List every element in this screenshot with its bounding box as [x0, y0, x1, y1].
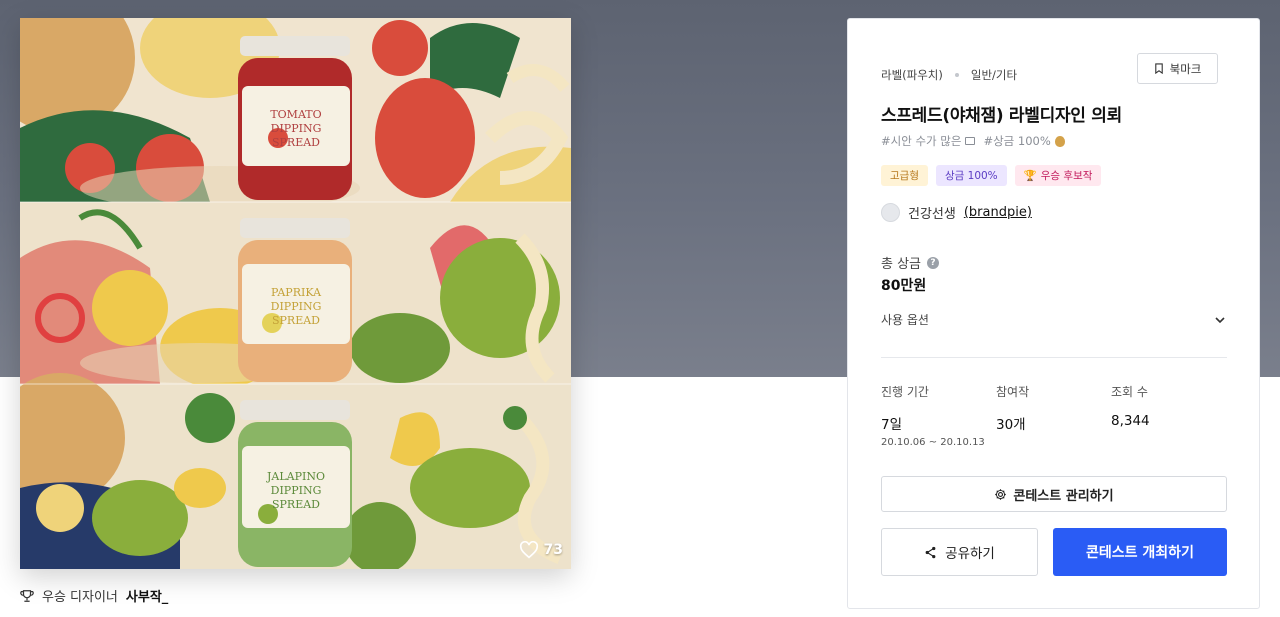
tag-many-drafts: #시안 수가 많은	[881, 134, 962, 148]
stat-duration-label: 진행 기간	[881, 385, 929, 399]
total-prize-value: 80만원	[881, 278, 927, 294]
stat-duration-value: 7일	[881, 417, 903, 433]
like-count: 73	[543, 542, 563, 558]
host-name: 건강선생	[908, 207, 956, 222]
bookmark-label: 북마크	[1169, 61, 1202, 76]
artwork-illustration: TOMATO DIPPING SPREAD PAPRIKA DIPPING SP…	[20, 18, 571, 569]
usage-options-toggle[interactable]: 사용 옵션	[881, 311, 1227, 328]
stat-views: 조회 수 8,344	[1111, 383, 1226, 448]
badge-group: 고급형 상금 100% 🏆 우승 후보작	[881, 165, 1102, 186]
share-button[interactable]: 공유하기	[881, 528, 1038, 576]
chevron-down-icon	[1215, 316, 1225, 323]
stat-entries-label: 참여작	[996, 385, 1030, 399]
usage-options-label: 사용 옵션	[881, 313, 929, 327]
film-icon	[965, 137, 976, 145]
jar1-label-line2: DIPPING	[271, 122, 322, 135]
contest-tags: #시안 수가 많은 #상금 100%	[881, 133, 1065, 149]
badge-candidate-label: 우승 후보작	[1040, 170, 1093, 182]
stat-views-label: 조회 수	[1111, 385, 1148, 399]
heart-icon	[519, 541, 538, 559]
breadcrumb-subcategory[interactable]: 일반/기타	[971, 67, 1017, 83]
help-icon[interactable]: ?	[927, 256, 940, 269]
trophy-icon	[20, 589, 34, 602]
badge-premium: 고급형	[881, 165, 928, 186]
breadcrumb: 라벨(파우치) 일반/기타	[881, 67, 1017, 83]
money-bag-icon	[1054, 135, 1065, 147]
jar3-label-line2: DIPPING	[271, 484, 322, 497]
winner-prefix: 우승 디자이너	[42, 590, 118, 605]
total-prize-text: 총 상금	[881, 257, 922, 272]
breadcrumb-separator	[954, 73, 959, 77]
manage-contest-button[interactable]: 콘테스트 관리하기	[881, 476, 1227, 512]
jar1-label-line1: TOMATO	[270, 108, 321, 121]
jar2-label-line2: DIPPING	[271, 300, 322, 313]
stat-views-value: 8,344	[1111, 413, 1150, 429]
winner-designer: 우승 디자이너 사부작_	[20, 586, 168, 605]
share-label: 공유하기	[945, 546, 995, 562]
host-avatar[interactable]	[881, 203, 900, 222]
contest-stats: 진행 기간 7일 20.10.06 ~ 20.10.13 참여작 30개 조회 …	[881, 383, 1227, 448]
divider	[881, 357, 1227, 358]
stat-duration: 진행 기간 7일 20.10.06 ~ 20.10.13	[881, 383, 996, 448]
jar2-label-line1: PAPRIKA	[271, 286, 322, 299]
like-button[interactable]: 73	[519, 541, 563, 559]
stat-entries: 참여작 30개	[996, 383, 1111, 448]
contest-info-panel: 라벨(파우치) 일반/기타 북마크 스프레드(야채잼) 라벨디자인 의뢰 #시안…	[847, 18, 1260, 609]
badge-prize-full: 상금 100%	[935, 165, 1007, 186]
jar2-label-line3: SPREAD	[272, 314, 320, 327]
manage-contest-label: 콘테스트 관리하기	[1013, 488, 1114, 504]
share-icon	[925, 546, 936, 558]
jar3-label-line3: SPREAD	[272, 498, 320, 511]
total-prize-label: 총 상금 ?	[881, 253, 940, 272]
bookmark-button[interactable]: 북마크	[1137, 53, 1218, 84]
jar1-label-line3: SPREAD	[272, 136, 320, 149]
entry-artwork[interactable]: TOMATO DIPPING SPREAD PAPRIKA DIPPING SP…	[20, 18, 571, 569]
gear-icon	[995, 488, 1007, 500]
trophy-icon: 🏆	[1023, 170, 1037, 182]
badge-candidate: 🏆 우승 후보작	[1014, 165, 1102, 186]
jar3-label-line1: JALAPINO	[266, 470, 325, 483]
host-info: 건강선생 (brandpie)	[881, 203, 1032, 222]
tag-prize-full: #상금 100%	[983, 134, 1051, 148]
contest-title: 스프레드(야채잼) 라벨디자인 의뢰	[881, 106, 1122, 126]
open-contest-button[interactable]: 콘테스트 개최하기	[1053, 528, 1227, 576]
breadcrumb-category[interactable]: 라벨(파우치)	[881, 67, 943, 83]
host-handle-link[interactable]: (brandpie)	[964, 205, 1032, 220]
stat-entries-value: 30개	[996, 417, 1026, 433]
winner-name[interactable]: 사부작_	[126, 586, 168, 605]
stat-duration-range: 20.10.06 ~ 20.10.13	[881, 437, 985, 448]
bookmark-icon	[1154, 63, 1163, 74]
